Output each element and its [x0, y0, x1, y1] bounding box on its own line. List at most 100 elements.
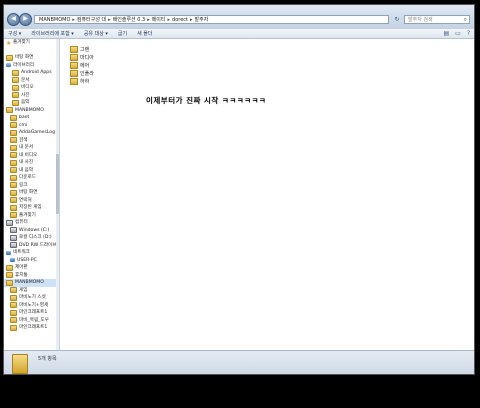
folder-item[interactable]: 하하	[70, 77, 89, 85]
sidebar-item[interactable]: MANBMOMO	[4, 279, 59, 287]
sidebar-item[interactable]: 휴지통	[4, 272, 59, 280]
sidebar-item[interactable]: 저장된 게임	[4, 204, 59, 212]
sidebar-item[interactable]: 마비_목림_도우	[4, 317, 59, 325]
breadcrumb-item[interactable]: 발주자	[195, 16, 209, 23]
sidebar-item[interactable]: Windows (C:)	[4, 227, 59, 235]
sidebar-item[interactable]: USER-PC	[4, 257, 59, 265]
sidebar-item[interactable]: 마인크래프트1	[4, 324, 59, 332]
sidebar-item-label: 저장된 게임	[19, 205, 42, 210]
library-icon	[6, 63, 11, 68]
sidebar-item[interactable]: 내 문서	[4, 144, 59, 152]
folder-icon	[70, 45, 78, 53]
help-icon[interactable]: ?	[467, 30, 470, 37]
folder-item[interactable]: 에어	[70, 61, 89, 69]
sidebar-item[interactable]: 음악	[4, 99, 59, 107]
search-placeholder: 발주자 검색	[408, 17, 433, 23]
folder-item[interactable]: 인플라	[70, 69, 94, 77]
breadcrumb-item[interactable]: MANBMOMO	[39, 17, 70, 23]
view-options-icon[interactable]: ▤	[443, 30, 449, 37]
include-in-library-menu[interactable]: 라이브러리에 포함 ▾	[31, 30, 74, 37]
sidebar-item[interactable]: 컴퓨터	[4, 219, 59, 227]
folder-icon	[10, 189, 17, 196]
sidebar-item-label: 즐겨찾기	[13, 40, 30, 45]
sidebar-item-label: 내 문서	[19, 145, 34, 150]
details-pane: 5개 항목	[4, 350, 474, 374]
sidebar-item[interactable]: 연락처	[4, 197, 59, 205]
sidebar-item[interactable]: 비디오	[4, 84, 59, 92]
folder-icon	[10, 302, 17, 309]
explorer-window: ◀ ▶ MANBMOMO ▸ 컴퓨터구성 대 ▸ 배인솔루션 0.3 ▸ 메이티 ▸ d…	[3, 4, 475, 375]
sidebar-item[interactable]: 마비노기+영세	[4, 302, 59, 310]
folder-icon	[10, 144, 17, 151]
folder-icon	[70, 61, 78, 69]
sidebar-item[interactable]: baet	[4, 114, 59, 122]
sidebar-item[interactable]: DVD RW 드라이브	[4, 242, 59, 250]
sidebar-item[interactable]: 내 음악	[4, 167, 59, 175]
new-folder-button[interactable]: 새 폴더	[137, 30, 152, 37]
breadcrumb-item[interactable]: 배인솔루션 0.3	[113, 16, 146, 23]
sidebar-item[interactable]: 로컬 디스크 (D:)	[4, 234, 59, 242]
sidebar-item-label: 검색	[19, 137, 28, 143]
breadcrumb-item[interactable]: 컴퓨터구성 대	[77, 16, 106, 23]
forward-button[interactable]: ▶	[19, 13, 32, 26]
burn-button[interactable]: 굽기	[118, 30, 127, 37]
sidebar-item[interactable]: 링크	[4, 182, 59, 190]
sidebar-item[interactable]: 다운로드	[4, 174, 59, 182]
search-input[interactable]: 발주자 검색 ⌕	[404, 15, 470, 24]
file-list-area: 그랜 마디아 에어 인플라 하하 이제부터가 진짜 시작 ㅋㅋㅋㅋㅋㅋ	[60, 39, 474, 350]
sidebar-item-label: 문서	[21, 77, 30, 83]
scrollbar-thumb[interactable]	[56, 154, 59, 214]
folder-icon	[12, 354, 28, 374]
sidebar-item[interactable]: 내 비디오	[4, 152, 59, 160]
sidebar-item[interactable]: ★ 즐겨찾기	[4, 39, 59, 47]
sidebar-item[interactable]: 내 사진	[4, 159, 59, 167]
sidebar-item[interactable]: 제어판	[4, 264, 59, 272]
sidebar-item-label: 링크	[19, 182, 28, 188]
refresh-icon[interactable]: ↻	[392, 15, 402, 24]
folder-label: 마디아	[80, 54, 94, 61]
share-with-menu[interactable]: 공유 대상 ▾	[84, 30, 108, 37]
sidebar-item-label: 마비노기 스샷	[19, 295, 46, 300]
sidebar-item[interactable]: cmi	[4, 122, 59, 130]
sidebar-item[interactable]: 바탕 화면	[4, 189, 59, 197]
folder-label: 그랜	[80, 46, 90, 53]
folder-item[interactable]: 마디아	[70, 53, 94, 61]
sidebar-item[interactable]: 즐겨찾기	[4, 212, 59, 220]
sidebar-item-label: 비디오	[21, 85, 34, 90]
sidebar-item-label: 마인크래프트1	[19, 310, 48, 315]
sidebar-item[interactable]: 문서	[4, 77, 59, 85]
sidebar-item-label: baet	[19, 115, 30, 120]
breadcrumb[interactable]: MANBMOMO ▸ 컴퓨터구성 대 ▸ 배인솔루션 0.3 ▸ 메이티 ▸ dorec…	[34, 15, 389, 24]
sidebar-item-label: 내 사진	[19, 160, 34, 165]
sidebar-item[interactable]: 사진	[4, 92, 59, 100]
sidebar-item[interactable]: MANBMOMO	[4, 107, 59, 115]
sidebar-item[interactable]: 검색	[4, 137, 59, 145]
sidebar-item[interactable]: 마비노기 스샷	[4, 294, 59, 302]
folder-icon	[10, 204, 17, 211]
preview-pane-icon[interactable]: ▭	[455, 30, 461, 37]
chevron-right-icon: ▸	[190, 16, 193, 23]
sidebar-item[interactable]: 라이브러리	[4, 62, 59, 70]
sidebar-item[interactable]: 바탕 화면	[4, 54, 59, 62]
breadcrumb-item[interactable]: 메이티	[152, 16, 166, 23]
sidebar-item-label: 바탕 화면	[15, 55, 34, 60]
breadcrumb-item[interactable]: dorect	[172, 17, 188, 23]
sidebar-item[interactable]: 마인크래프트1	[4, 309, 59, 317]
view-controls: ▤ ▭ ?	[443, 30, 470, 37]
folder-icon	[10, 197, 17, 204]
folder-icon	[10, 317, 17, 324]
sidebar-item-label: 사진	[21, 92, 30, 98]
search-icon[interactable]: ⌕	[464, 16, 467, 24]
sidebar-item[interactable]: 네트워크	[4, 249, 59, 257]
sidebar-item-label: MANBMOMO	[15, 107, 44, 113]
navigation-scrollbar[interactable]	[56, 39, 59, 350]
sidebar-item	[4, 47, 59, 55]
organize-menu[interactable]: 구성 ▾	[8, 30, 21, 37]
drive-icon	[10, 242, 17, 249]
folder-item[interactable]: 그랜	[70, 45, 89, 53]
network-icon	[10, 258, 15, 263]
sidebar-item[interactable]: 게임	[4, 287, 59, 295]
sidebar-item[interactable]: Android Apps	[4, 69, 59, 77]
sidebar-item[interactable]: AddaGamesLog	[4, 129, 59, 137]
star-icon: ★	[6, 39, 12, 47]
